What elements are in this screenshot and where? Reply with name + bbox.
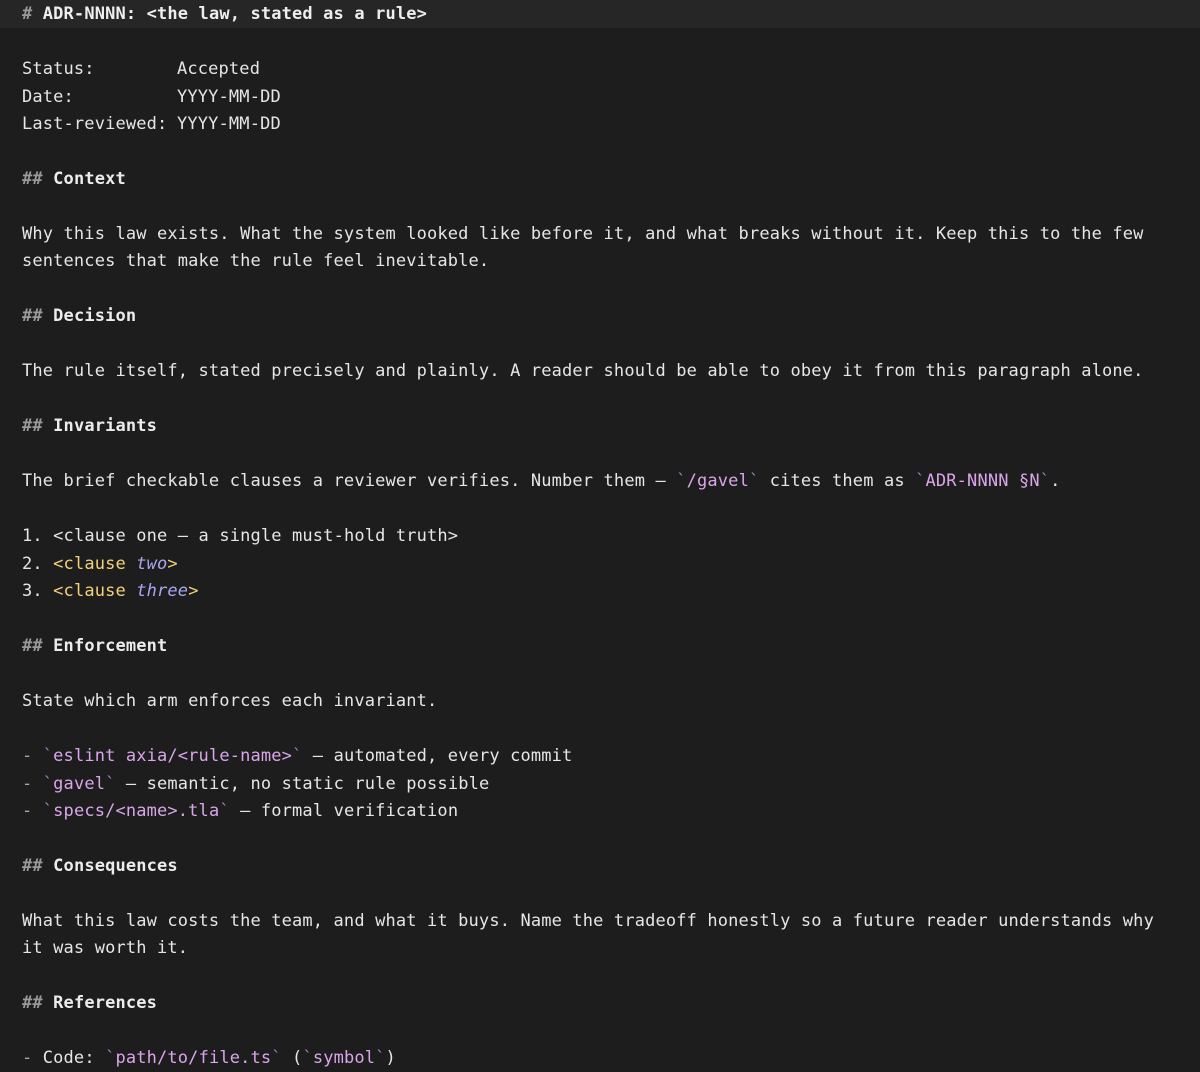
reference-end: ): [385, 1048, 396, 1068]
list-number: 2.: [22, 554, 43, 574]
heading-enforcement: ## Enforcement: [22, 632, 167, 660]
inline-code: eslint axia/<rule-name>: [53, 746, 293, 766]
reference-label: Code:: [42, 1048, 106, 1068]
heading-text: Invariants: [53, 416, 158, 436]
heading-hash: ##: [22, 993, 43, 1013]
heading-hash: ##: [22, 856, 43, 876]
decision-paragraph: The rule itself, stated precisely and pl…: [22, 361, 1144, 381]
backtick: `: [292, 746, 303, 766]
list-item: - `gavel` — semantic, no static rule pos…: [22, 770, 489, 798]
heading-text: Decision: [53, 306, 137, 326]
meta-value: Accepted: [177, 59, 261, 79]
list-number: 3.: [22, 581, 43, 601]
meta-value: YYYY-MM-DD: [177, 114, 281, 134]
clause-close: >: [188, 581, 199, 601]
item-text: — automated, every commit: [302, 746, 573, 766]
list-dash: -: [22, 746, 33, 766]
inline-code: gavel: [53, 774, 106, 794]
inline-code-path: path/to/file.ts: [115, 1048, 272, 1068]
title-hash: #: [22, 4, 33, 24]
enforcement-intro: State which arm enforces each invariant.: [22, 691, 438, 711]
backtick: `: [1039, 471, 1051, 491]
list-item: 1. <clause one — a single must-hold trut…: [22, 522, 458, 550]
meta-value: YYYY-MM-DD: [177, 87, 281, 107]
heading-hash: ##: [22, 306, 43, 326]
backtick: `: [375, 1048, 386, 1068]
backtick: `: [302, 1048, 313, 1068]
backtick: `: [42, 801, 54, 821]
inline-code: specs/<name>.tla: [53, 801, 220, 821]
list-dash: -: [22, 801, 33, 821]
meta-label: Last-reviewed:: [22, 114, 168, 134]
heading-consequences: ## Consequences: [22, 852, 178, 880]
heading-references: ## References: [22, 989, 157, 1017]
context-paragraph-line-1: Why this law exists. What the system loo…: [22, 224, 1144, 244]
list-number: 1.: [22, 526, 43, 546]
list-item: 3. <clause three>: [22, 577, 199, 605]
list-item: - Code: `path/to/file.ts` (`symbol`): [22, 1044, 396, 1072]
title-text: ADR-NNNN: <the law, stated as a rule>: [42, 4, 428, 24]
item-text: — semantic, no static rule possible: [115, 774, 490, 794]
backtick: `: [219, 801, 230, 821]
consequences-paragraph-line-1: What this law costs the team, and what i…: [22, 911, 1154, 931]
meta-label: Date:: [22, 87, 74, 107]
heading-text: Enforcement: [53, 636, 168, 656]
heading-hash: ##: [22, 636, 43, 656]
meta-label: Status:: [22, 59, 95, 79]
clause-text: <clause: [53, 554, 137, 574]
list-dash: -: [22, 1048, 33, 1068]
backtick: `: [271, 1048, 282, 1068]
list-dash: -: [22, 774, 33, 794]
heading-text: Consequences: [53, 856, 178, 876]
clause-emphasis: three: [136, 581, 189, 601]
inline-code-symbol: symbol: [312, 1048, 376, 1068]
meta-last-reviewed: Last-reviewed: YYYY-MM-DD: [22, 110, 281, 138]
list-item: 2. <clause two>: [22, 550, 178, 578]
meta-date: Date: YYYY-MM-DD: [22, 83, 281, 111]
list-item: - `eslint axia/<rule-name>` — automated,…: [22, 742, 572, 770]
heading-text: Context: [53, 169, 126, 189]
heading-text: References: [53, 993, 158, 1013]
inline-code-adr-ref: ADR-NNNN §N: [925, 471, 1040, 491]
meta-status: Status: Accepted: [22, 55, 260, 83]
clause-text: <clause one — a single must-hold truth>: [53, 526, 459, 546]
backtick: `: [748, 471, 760, 491]
backtick: `: [676, 471, 687, 491]
list-item: - `specs/<name>.tla` — formal verificati…: [22, 797, 458, 825]
invariants-text-a: The brief checkable clauses a reviewer v…: [22, 471, 677, 491]
clause-emphasis: two: [136, 554, 168, 574]
reference-mid: (: [281, 1048, 303, 1068]
consequences-paragraph-line-2: it was worth it.: [22, 938, 189, 958]
clause-close: >: [167, 554, 178, 574]
document-title: # ADR-NNNN: <the law, stated as a rule>: [22, 0, 427, 28]
heading-context: ## Context: [22, 165, 126, 193]
backtick: `: [105, 774, 116, 794]
inline-code-gavel: /gavel: [686, 471, 749, 491]
heading-hash: ##: [22, 169, 43, 189]
backtick: `: [105, 1048, 116, 1068]
backtick: `: [915, 471, 926, 491]
backtick: `: [42, 774, 54, 794]
invariants-text-c: .: [1050, 471, 1061, 491]
heading-hash: ##: [22, 416, 43, 436]
heading-decision: ## Decision: [22, 302, 136, 330]
clause-text: <clause: [53, 581, 137, 601]
heading-invariants: ## Invariants: [22, 412, 157, 440]
backtick: `: [42, 746, 54, 766]
item-text: — formal verification: [229, 801, 459, 821]
context-paragraph-line-2: sentences that make the rule feel inevit…: [22, 251, 490, 271]
invariants-paragraph: The brief checkable clauses a reviewer v…: [22, 467, 1061, 495]
invariants-text-b: cites them as: [759, 471, 916, 491]
